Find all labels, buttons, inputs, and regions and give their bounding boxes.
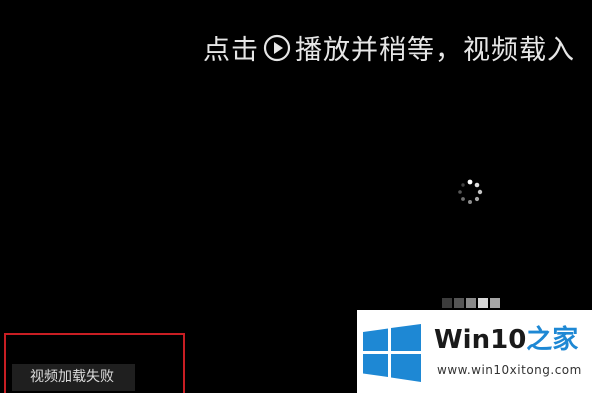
- play-hint-prefix: 点击: [203, 35, 259, 66]
- brand-accent: 之家: [526, 325, 579, 355]
- play-hint: 点击 播放并稍等，视频载入: [203, 31, 575, 71]
- play-circle-icon[interactable]: [263, 34, 291, 62]
- error-message: 视频加载失败: [12, 364, 135, 391]
- play-hint-suffix: 播放并稍等，视频载入: [295, 35, 575, 66]
- watermark-brand: Win10之家: [434, 322, 578, 358]
- loading-spinner-icon: [456, 178, 484, 206]
- site-watermark: Win10之家 www.win10xitong.com: [357, 310, 592, 393]
- brand-main: Win10: [434, 325, 527, 355]
- progress-dot: [490, 298, 500, 308]
- progress-dot: [478, 298, 488, 308]
- progress-dot: [466, 298, 476, 308]
- windows-logo-icon: [361, 324, 423, 382]
- watermark-url: www.win10xitong.com: [437, 363, 582, 377]
- progress-dot: [454, 298, 464, 308]
- progress-dot: [442, 298, 452, 308]
- video-player[interactable]: 点击 播放并稍等，视频载入 视频加载失败 Win10之家 www.win10xit…: [0, 0, 592, 393]
- loading-progress-dots: [442, 298, 500, 308]
